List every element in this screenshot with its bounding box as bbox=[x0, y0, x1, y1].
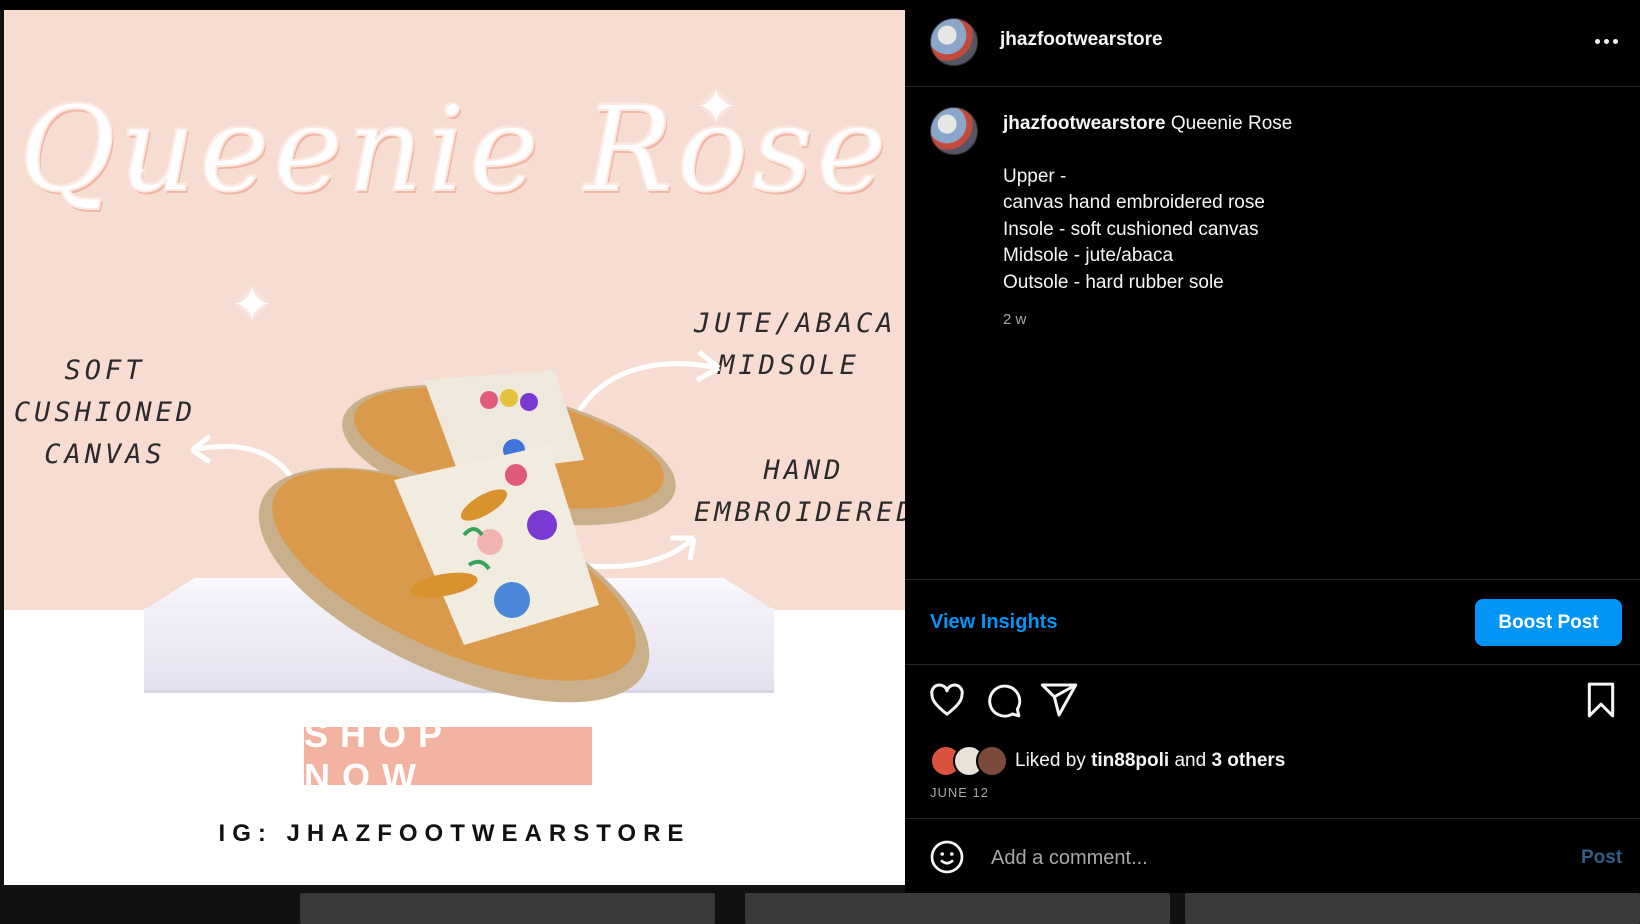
post-date: JUNE 12 bbox=[930, 785, 990, 800]
slipper-illustration bbox=[258, 370, 676, 703]
post-comment-button[interactable]: Post bbox=[1581, 847, 1622, 869]
insights-bar: View Insights Boost Post bbox=[905, 579, 1640, 665]
caption-line: Outsole - hard rubber sole bbox=[1003, 271, 1224, 293]
boost-post-button[interactable]: Boost Post bbox=[1475, 599, 1622, 646]
more-dot-icon bbox=[1594, 38, 1600, 44]
background-thumbnail bbox=[745, 893, 1170, 924]
comment-bar: Post bbox=[905, 818, 1640, 894]
caption-line: Insole - soft cushioned canvas bbox=[1003, 218, 1259, 240]
caption-title: Queenie Rose bbox=[1170, 113, 1293, 134]
caption-line: Upper - bbox=[1003, 165, 1067, 187]
more-dot-icon bbox=[1612, 38, 1618, 44]
post-image[interactable]: Queenie Rose ✦ ✦ ✦ ✦ SOFT CUSHIONED CANV… bbox=[4, 10, 905, 885]
post-caption: jhazfootwearstore Queenie Rose Upper - c… bbox=[1003, 111, 1603, 296]
heart-icon[interactable] bbox=[927, 680, 967, 720]
background-thumbnail bbox=[300, 893, 715, 924]
caption-line: Midsole - jute/abaca bbox=[1003, 245, 1174, 266]
avatar bbox=[976, 745, 1008, 777]
likes-others-link[interactable]: 3 others bbox=[1211, 750, 1285, 771]
caption-line: canvas hand embroidered rose bbox=[1003, 192, 1265, 213]
more-options-button[interactable] bbox=[1588, 26, 1624, 56]
comment-input[interactable] bbox=[989, 841, 1513, 875]
more-dot-icon bbox=[1603, 38, 1609, 44]
share-icon[interactable] bbox=[1039, 680, 1079, 720]
likes-text[interactable]: Liked by tin88poli and 3 others bbox=[1015, 750, 1285, 772]
comment-icon[interactable] bbox=[983, 680, 1023, 720]
post-details-panel: jhazfootwearstore jhazfootwearstore Quee… bbox=[905, 0, 1640, 893]
post-header: jhazfootwearstore bbox=[905, 0, 1640, 87]
caption-username[interactable]: jhazfootwearstore bbox=[1003, 113, 1166, 134]
emoji-icon[interactable] bbox=[929, 839, 965, 875]
likes-row: Liked by tin88poli and 3 others bbox=[930, 745, 1285, 777]
avatar[interactable] bbox=[930, 18, 978, 66]
shop-now-banner: SHOP NOW bbox=[304, 714, 592, 797]
caption-avatar[interactable] bbox=[930, 107, 978, 155]
view-insights-link[interactable]: View Insights bbox=[930, 611, 1057, 634]
ig-handle-text: IG: JHAZFOOTWEARSTORE bbox=[218, 820, 691, 847]
caption-timestamp[interactable]: 2 w bbox=[1003, 311, 1026, 328]
bookmark-icon[interactable] bbox=[1581, 680, 1621, 720]
header-username[interactable]: jhazfootwearstore bbox=[1000, 29, 1163, 51]
action-bar bbox=[905, 680, 1640, 724]
background-thumbnail bbox=[1185, 893, 1640, 924]
liker-avatars[interactable] bbox=[930, 745, 1008, 777]
liker-username[interactable]: tin88poli bbox=[1091, 750, 1169, 771]
